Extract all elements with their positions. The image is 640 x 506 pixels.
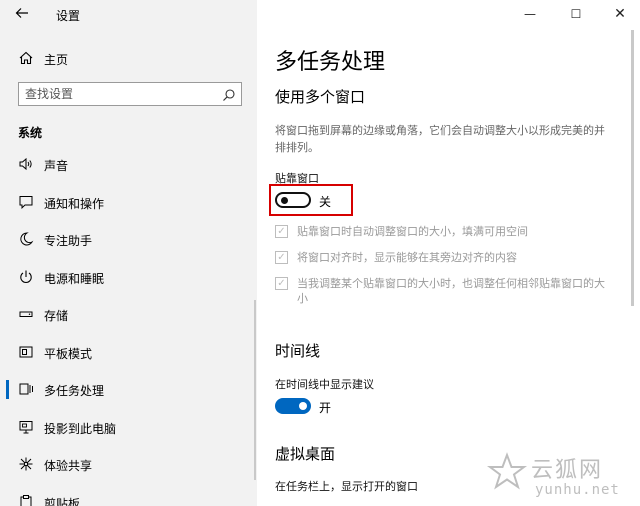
sidebar-item-label: 平板模式 bbox=[44, 346, 93, 361]
tablet-icon bbox=[18, 344, 34, 360]
titlebar-left: 设置 bbox=[0, 0, 257, 30]
sidebar-item-sound[interactable]: 声音 bbox=[0, 146, 257, 184]
sidebar: 设置 主页 系统 声音 bbox=[0, 0, 257, 506]
virtual-desktop-setting-label: 在任务栏上，显示打开的窗口 bbox=[275, 480, 418, 493]
checkbox[interactable]: ✓ bbox=[275, 225, 288, 238]
back-arrow-icon[interactable] bbox=[12, 5, 32, 25]
checkbox-label: 将窗口对齐时，显示能够在其旁边对齐的内容 bbox=[297, 251, 517, 264]
timeline-suggestions-toggle[interactable] bbox=[275, 398, 311, 414]
sidebar-item-label: 剪贴板 bbox=[44, 496, 81, 506]
sidebar-item-notifications[interactable]: 通知和操作 bbox=[0, 184, 257, 222]
watermark-en: yunhu.net bbox=[535, 482, 620, 498]
sidebar-item-power-sleep[interactable]: 电源和睡眠 bbox=[0, 259, 257, 297]
snap-toggle-state: 关 bbox=[319, 195, 332, 209]
sidebar-item-focus-assist[interactable]: 专注助手 bbox=[0, 221, 257, 259]
timeline-toggle-state: 开 bbox=[319, 401, 332, 415]
moon-icon bbox=[18, 231, 34, 247]
close-icon[interactable]: ✕ bbox=[608, 4, 632, 24]
home-icon bbox=[18, 50, 34, 70]
watermark: 云狐网 yunhu.net bbox=[487, 450, 637, 502]
window-controls: — ☐ ✕ bbox=[490, 0, 640, 30]
sidebar-item-label: 电源和睡眠 bbox=[44, 271, 105, 286]
minimize-icon[interactable]: — bbox=[518, 4, 542, 24]
page-title: 多任务处理 bbox=[275, 50, 386, 75]
timeline-setting-label: 在时间线中显示建议 bbox=[275, 378, 374, 391]
sidebar-item-tablet-mode[interactable]: 平板模式 bbox=[0, 334, 257, 372]
sidebar-item-label: 声音 bbox=[44, 159, 69, 173]
snap-description: 将窗口拖到屏幕的边缘或角落，它们会自动调整大小以形成完美的并排排列。 bbox=[275, 124, 605, 154]
sidebar-item-shared-experiences[interactable]: 体验共享 bbox=[0, 446, 257, 484]
notification-icon bbox=[18, 194, 34, 210]
section-heading-virtual-desktops: 虚拟桌面 bbox=[275, 445, 336, 463]
checkbox[interactable]: ✓ bbox=[275, 251, 288, 264]
toggle-knob bbox=[299, 402, 307, 410]
sidebar-item-label: 投影到此电脑 bbox=[44, 421, 117, 436]
sidebar-nav: 声音 通知和操作 专注助手 电源和睡眠 存储 平板模式 多任务处理 投影到此电脑… bbox=[0, 146, 257, 506]
sidebar-item-label: 存储 bbox=[44, 309, 69, 323]
checkbox-label: 贴靠窗口时自动调整窗口的大小，填满可用空间 bbox=[297, 225, 528, 238]
sidebar-item-multitasking[interactable]: 多任务处理 bbox=[0, 371, 257, 409]
sidebar-scrollbar[interactable] bbox=[254, 300, 256, 480]
sidebar-item-label: 体验共享 bbox=[44, 459, 93, 473]
speaker-icon bbox=[18, 156, 34, 172]
project-icon bbox=[18, 419, 34, 435]
power-icon bbox=[18, 269, 34, 285]
sidebar-item-label: 多任务处理 bbox=[44, 384, 105, 398]
sidebar-item-home[interactable]: 主页 bbox=[0, 46, 257, 72]
search-input[interactable] bbox=[25, 85, 215, 103]
section-heading-timeline: 时间线 bbox=[275, 342, 321, 360]
watermark-cn: 云狐网 bbox=[531, 458, 604, 483]
sidebar-item-storage[interactable]: 存储 bbox=[0, 296, 257, 334]
search-icon[interactable] bbox=[222, 87, 236, 106]
sidebar-item-project[interactable]: 投影到此电脑 bbox=[0, 409, 257, 447]
multitask-icon bbox=[18, 381, 34, 397]
checkbox[interactable]: ✓ bbox=[275, 277, 288, 290]
storage-icon bbox=[18, 306, 34, 322]
search-box[interactable] bbox=[18, 82, 242, 106]
sidebar-item-label: 通知和操作 bbox=[44, 196, 105, 211]
toggle-knob bbox=[281, 197, 288, 204]
active-indicator bbox=[6, 380, 9, 399]
main-panel: — ☐ ✕ 多任务处理 使用多个窗口 将窗口拖到屏幕的边缘或角落，它们会自动调整… bbox=[257, 0, 640, 506]
sidebar-item-label: 专注助手 bbox=[44, 234, 93, 248]
star-logo-icon bbox=[487, 452, 527, 496]
app-title: 设置 bbox=[56, 9, 81, 23]
main-scrollbar[interactable] bbox=[631, 30, 634, 306]
sidebar-item-label: 主页 bbox=[44, 53, 69, 67]
checkbox-label: 当我调整某个贴靠窗口的大小时，也调整任何相邻贴靠窗口的大小 bbox=[297, 277, 605, 305]
share-icon bbox=[18, 456, 34, 472]
sidebar-item-clipboard[interactable]: 剪贴板 bbox=[0, 484, 257, 506]
settings-window: 设置 主页 系统 声音 bbox=[0, 0, 640, 506]
maximize-icon[interactable]: ☐ bbox=[564, 4, 588, 24]
section-heading-snap: 使用多个窗口 bbox=[275, 88, 366, 106]
clipboard-icon bbox=[18, 494, 34, 506]
snap-windows-toggle[interactable] bbox=[275, 192, 311, 208]
section-label: 系统 bbox=[18, 126, 43, 140]
